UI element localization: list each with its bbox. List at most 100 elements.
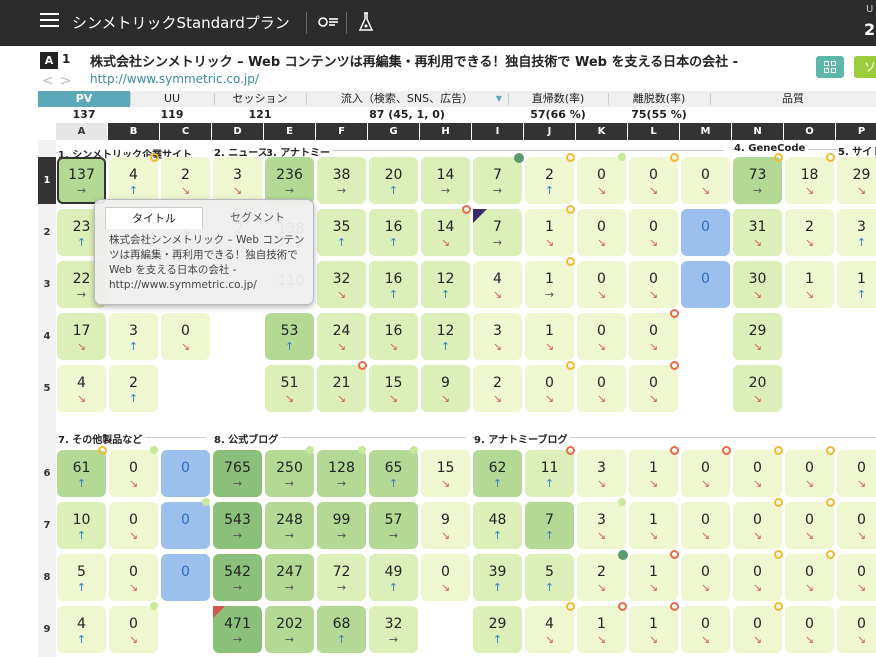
grid-cell[interactable]: 49 ↑: [369, 554, 418, 601]
grid-cell[interactable]: 1 ↑: [837, 261, 876, 308]
tab-segment[interactable]: セグメント: [210, 207, 305, 229]
grid-cell[interactable]: 38 →: [317, 157, 366, 204]
row-header-1[interactable]: 1: [38, 157, 56, 204]
grid-cell[interactable]: 0 ↘: [577, 313, 626, 360]
column-b[interactable]: B: [108, 123, 159, 140]
grid-cell[interactable]: 62 ↑: [473, 450, 522, 497]
grid-cell[interactable]: 0 ↘: [421, 554, 470, 601]
grid-cell[interactable]: 61 ↑: [57, 450, 106, 497]
row-header-7[interactable]: 7: [38, 518, 56, 534]
page-url[interactable]: http://www.symmetric.co.jp/: [90, 72, 259, 86]
stats-header-cell[interactable]: セッション: [214, 91, 306, 107]
grid-cell[interactable]: 3 ↘: [213, 157, 262, 204]
stats-header-cell[interactable]: 離脱数(率): [608, 91, 710, 107]
grid-cell[interactable]: 14 →: [421, 157, 470, 204]
grid-cell[interactable]: 1 ↘: [629, 606, 678, 653]
column-d[interactable]: D: [212, 123, 263, 140]
grid-cell[interactable]: 0 ↘: [681, 554, 730, 601]
grid-cell[interactable]: 39 ↑: [473, 554, 522, 601]
grid-cell[interactable]: 0 ↘: [785, 502, 834, 549]
grid-cell[interactable]: 12 ↑: [421, 261, 470, 308]
row-header-8[interactable]: 8: [38, 570, 56, 586]
grid-cell[interactable]: 0 ↘: [785, 554, 834, 601]
grid-cell[interactable]: 21 ↘: [317, 365, 366, 412]
grid-cell[interactable]: 0 ↘: [837, 450, 876, 497]
grid-cell[interactable]: 137 →: [57, 157, 106, 204]
grid-cell[interactable]: 10 ↑: [57, 502, 106, 549]
grid-cell[interactable]: 2 ↑: [109, 365, 158, 412]
grid-cell[interactable]: 7 ↑: [525, 502, 574, 549]
grid-cell[interactable]: 543 →: [213, 502, 262, 549]
grid-cell[interactable]: 31 ↘: [733, 209, 782, 256]
grid-cell[interactable]: 0 ↘: [629, 157, 678, 204]
grid-cell[interactable]: 51 ↘: [265, 365, 314, 412]
grid-cell[interactable]: 30 ↘: [733, 261, 782, 308]
grid-cell[interactable]: 5 ↑: [525, 554, 574, 601]
grid-cell[interactable]: 15 ↘: [421, 450, 470, 497]
grid-cell[interactable]: 0 ↘: [109, 450, 158, 497]
grid-cell[interactable]: 0 ↘: [577, 157, 626, 204]
grid-cell[interactable]: 0 ↘: [577, 261, 626, 308]
grid-cell[interactable]: 236 →: [265, 157, 314, 204]
grid-cell[interactable]: 0 ↘: [629, 365, 678, 412]
grid-cell[interactable]: 3 ↘: [577, 450, 626, 497]
grid-cell[interactable]: 65 ↑: [369, 450, 418, 497]
stats-header-cell[interactable]: PV: [38, 91, 130, 107]
column-h[interactable]: H: [420, 123, 471, 140]
grid-cell[interactable]: 248 →: [265, 502, 314, 549]
grid-cell[interactable]: 1 ↘: [785, 261, 834, 308]
grid-cell[interactable]: 128 →: [317, 450, 366, 497]
grid-cell[interactable]: 72 →: [317, 554, 366, 601]
grid-cell[interactable]: 1 ↘: [629, 502, 678, 549]
grid-cell[interactable]: 0 ↘: [525, 365, 574, 412]
grid-cell[interactable]: 48 ↑: [473, 502, 522, 549]
grid-cell[interactable]: 0 ↘: [785, 450, 834, 497]
grid-cell[interactable]: 29 ↘: [837, 157, 876, 204]
grid-cell[interactable]: 0 ↘: [785, 606, 834, 653]
grid-cell[interactable]: 765 →: [213, 450, 262, 497]
view-icon[interactable]: [318, 14, 340, 30]
column-c[interactable]: C: [160, 123, 211, 140]
grid-cell[interactable]: 29 ↘: [733, 313, 782, 360]
stats-header-cell[interactable]: 品質: [710, 91, 876, 107]
grid-cell[interactable]: 5 ↑: [57, 554, 106, 601]
tab-title[interactable]: タイトル: [105, 207, 203, 229]
grid-cell[interactable]: 0: [681, 261, 730, 308]
grid-cell[interactable]: 0 ↘: [681, 157, 730, 204]
grid-cell[interactable]: 15 ↘: [369, 365, 418, 412]
grid-cell[interactable]: 247 →: [265, 554, 314, 601]
column-o[interactable]: O: [784, 123, 835, 140]
grid-cell[interactable]: 2 ↘: [785, 209, 834, 256]
row-header-2[interactable]: 2: [38, 225, 56, 241]
grid-cell[interactable]: 0 ↘: [733, 606, 782, 653]
grid-cell[interactable]: 542 →: [213, 554, 262, 601]
grid-cell[interactable]: 20 ↘: [733, 365, 782, 412]
grid-cell[interactable]: 35 ↑: [317, 209, 366, 256]
grid-cell[interactable]: 0: [161, 502, 210, 549]
grid-cell[interactable]: 1 →: [525, 261, 574, 308]
grid-cell[interactable]: 11 ↑: [525, 450, 574, 497]
grid-cell[interactable]: 9 ↘: [421, 502, 470, 549]
grid-cell[interactable]: 17 ↘: [57, 313, 106, 360]
column-p[interactable]: P: [836, 123, 876, 140]
grid-cell[interactable]: 0 ↘: [161, 313, 210, 360]
grid-cell[interactable]: 0 ↘: [577, 365, 626, 412]
grid-cell[interactable]: 0: [161, 450, 210, 497]
grid-cell[interactable]: 32 ↘: [317, 261, 366, 308]
grid-cell[interactable]: 0 ↘: [837, 502, 876, 549]
grid-cell[interactable]: 1 ↘: [577, 606, 626, 653]
row-header-9[interactable]: 9: [38, 622, 56, 638]
grid-cell[interactable]: 3 ↘: [577, 502, 626, 549]
row-header-4[interactable]: 4: [38, 329, 56, 345]
grid-cell[interactable]: 14 ↘: [421, 209, 470, 256]
grid-cell[interactable]: 1 ↘: [629, 450, 678, 497]
grid-cell[interactable]: 0 ↘: [577, 209, 626, 256]
grid-cell[interactable]: 68 ↑: [317, 606, 366, 653]
grid-cell[interactable]: 4 ↑: [109, 157, 158, 204]
grid-cell[interactable]: 0 ↘: [733, 502, 782, 549]
grid-cell[interactable]: 57 →: [369, 502, 418, 549]
column-l[interactable]: L: [628, 123, 679, 140]
grid-cell[interactable]: 4 ↑: [57, 606, 106, 653]
grid-cell[interactable]: 0: [681, 209, 730, 256]
column-m[interactable]: M: [680, 123, 731, 140]
